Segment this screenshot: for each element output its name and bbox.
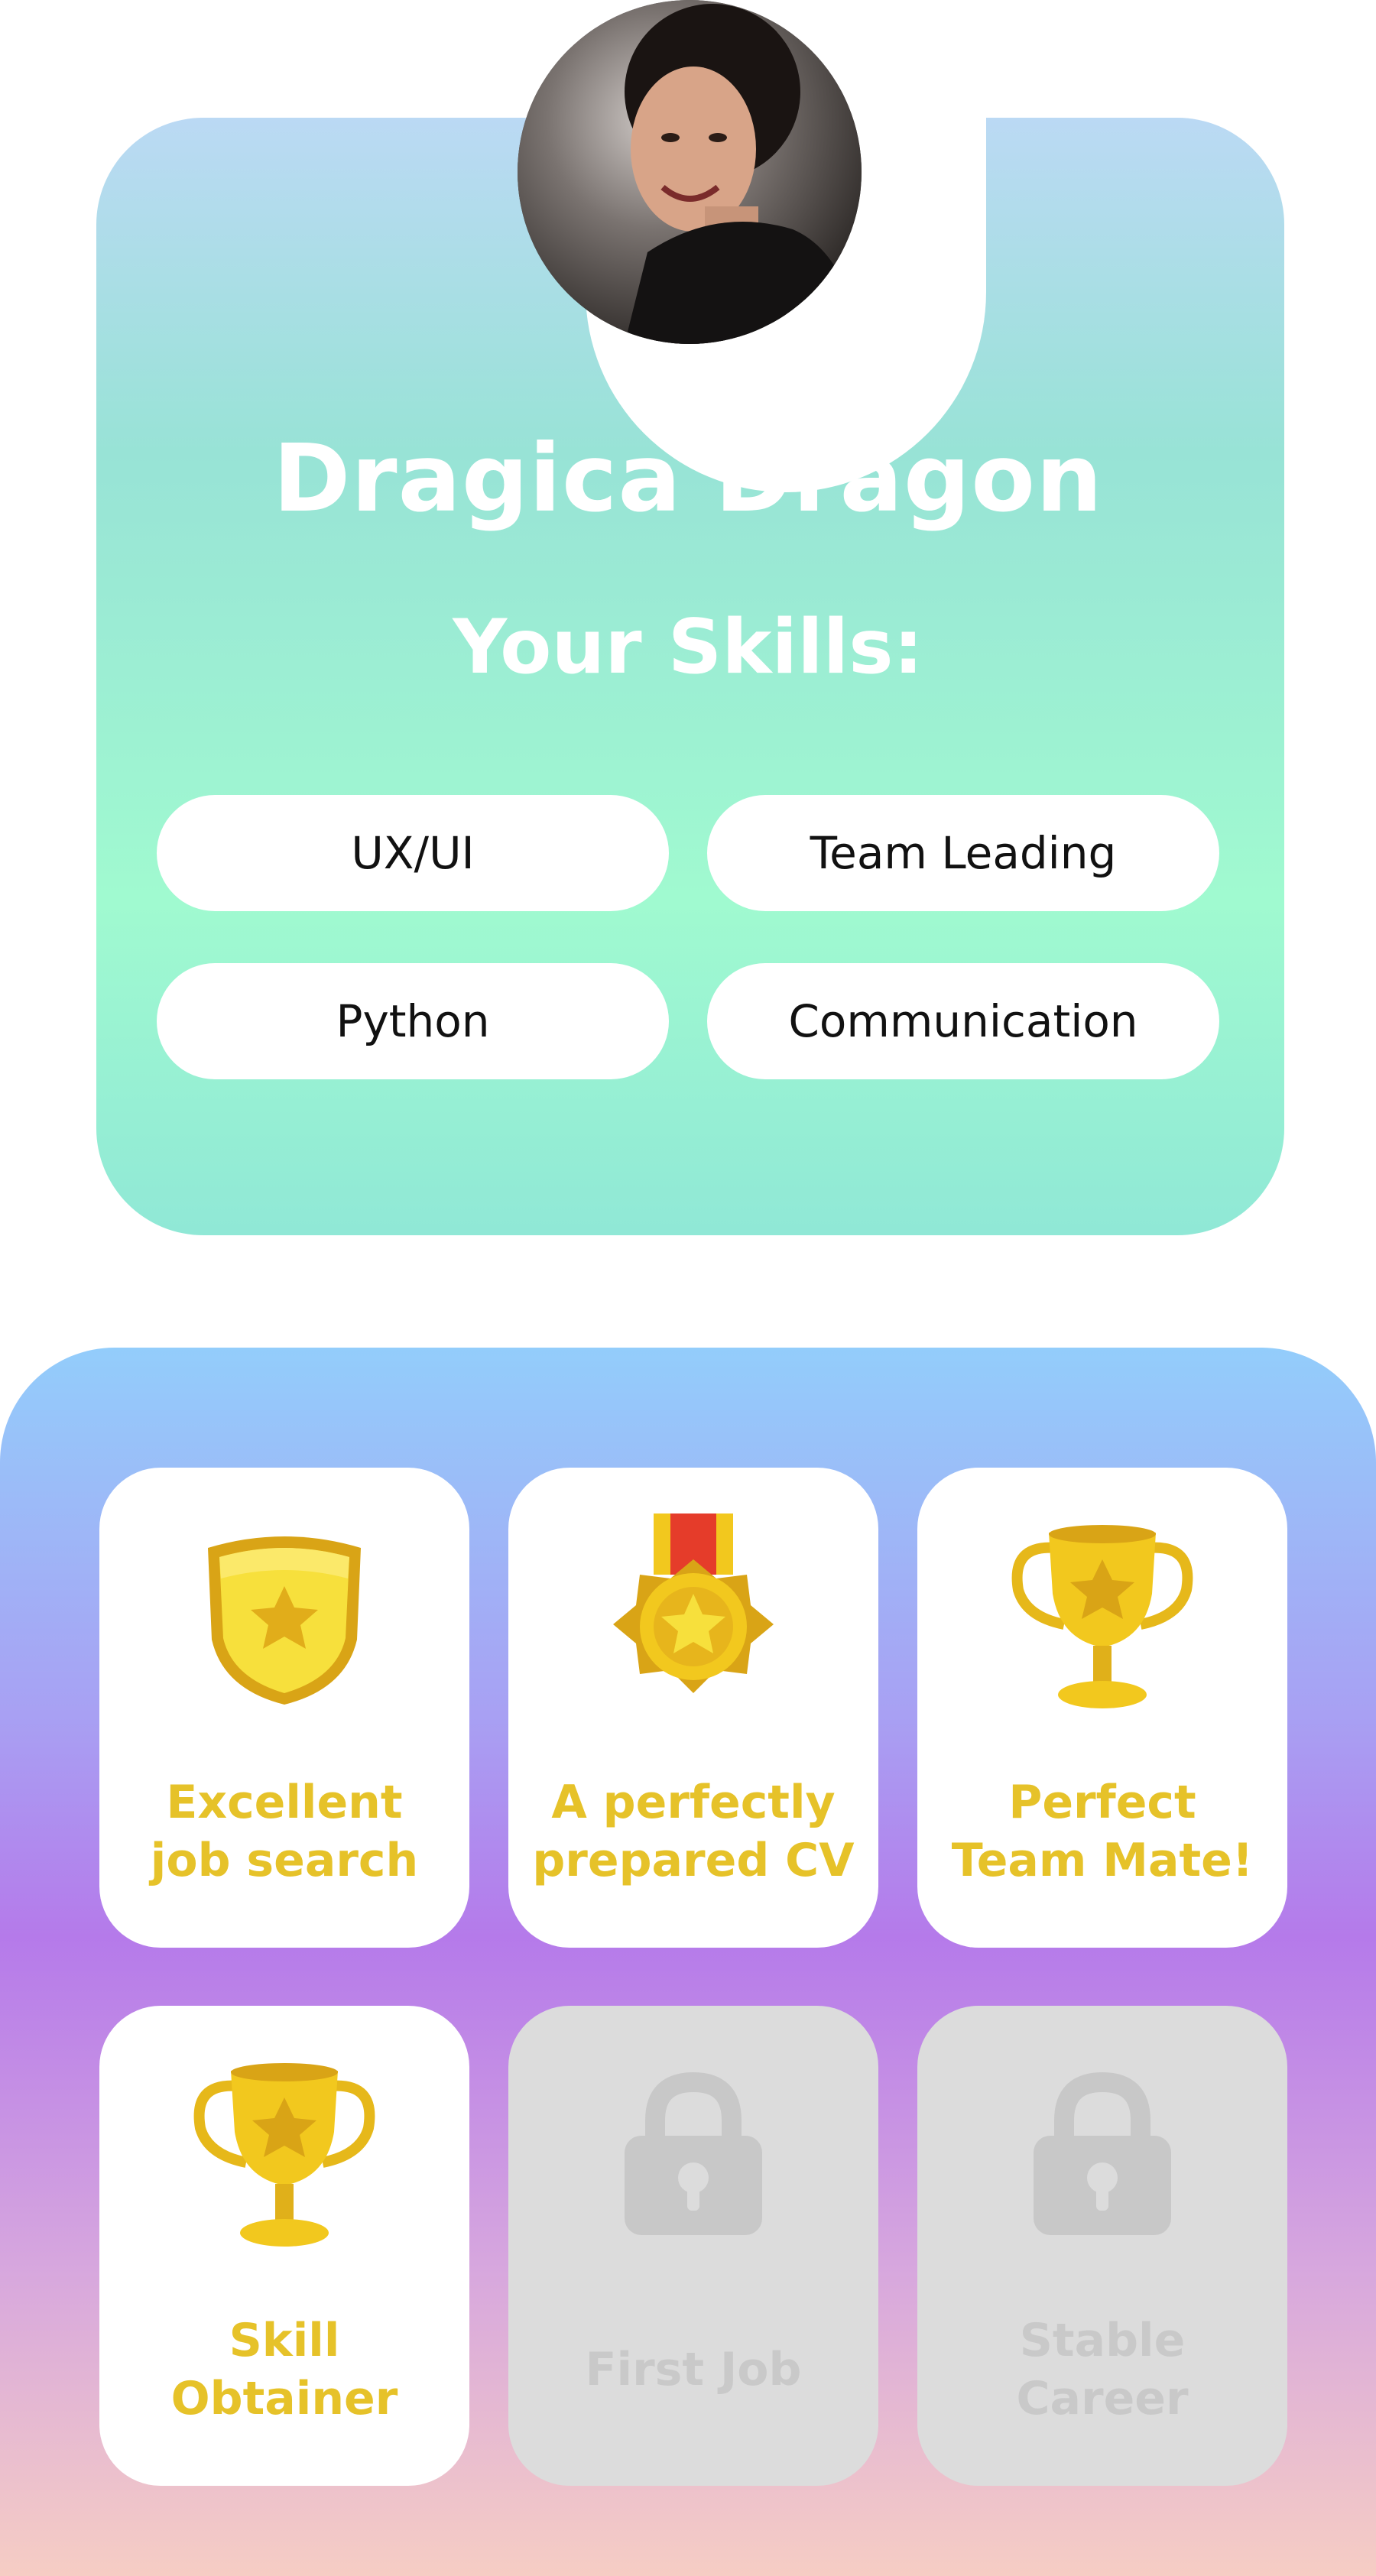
achievement-label: Skill Obtainer: [170, 2314, 398, 2425]
profile-name: Dragica Dragon: [273, 424, 1103, 533]
achievement-label: A perfectly prepared CV: [532, 1776, 855, 1887]
locked-achievement-card[interactable]: First Job: [508, 2006, 878, 2486]
locked-achievement-card[interactable]: Stable Career: [917, 2006, 1287, 2486]
achievement-card[interactable]: A perfectly prepared CV: [508, 1468, 878, 1948]
achievement-label: Excellent job search: [150, 1776, 419, 1887]
lock-icon: [917, 2059, 1287, 2250]
skill-pill[interactable]: Python: [157, 963, 669, 1079]
skill-pill[interactable]: UX/UI: [157, 795, 669, 911]
achievement-label: Perfect Team Mate!: [951, 1776, 1254, 1887]
achievement-card[interactable]: Perfect Team Mate!: [917, 1468, 1287, 1948]
skill-pill[interactable]: Team Leading: [707, 795, 1219, 911]
skill-pill[interactable]: Communication: [707, 963, 1219, 1079]
achievement-label: Stable Career: [1016, 2314, 1189, 2425]
achievement-card[interactable]: Excellent job search: [99, 1468, 469, 1948]
avatar[interactable]: [518, 0, 862, 344]
trophy-icon: [99, 2059, 469, 2250]
lock-icon: [508, 2059, 878, 2250]
skills-heading: Your Skills:: [453, 604, 923, 691]
medal-star-icon: [508, 1513, 878, 1712]
trophy-icon: [917, 1521, 1287, 1712]
achievement-card[interactable]: Skill Obtainer: [99, 2006, 469, 2486]
shield-star-icon: [99, 1521, 469, 1712]
achievement-label: First Job: [585, 2343, 802, 2396]
